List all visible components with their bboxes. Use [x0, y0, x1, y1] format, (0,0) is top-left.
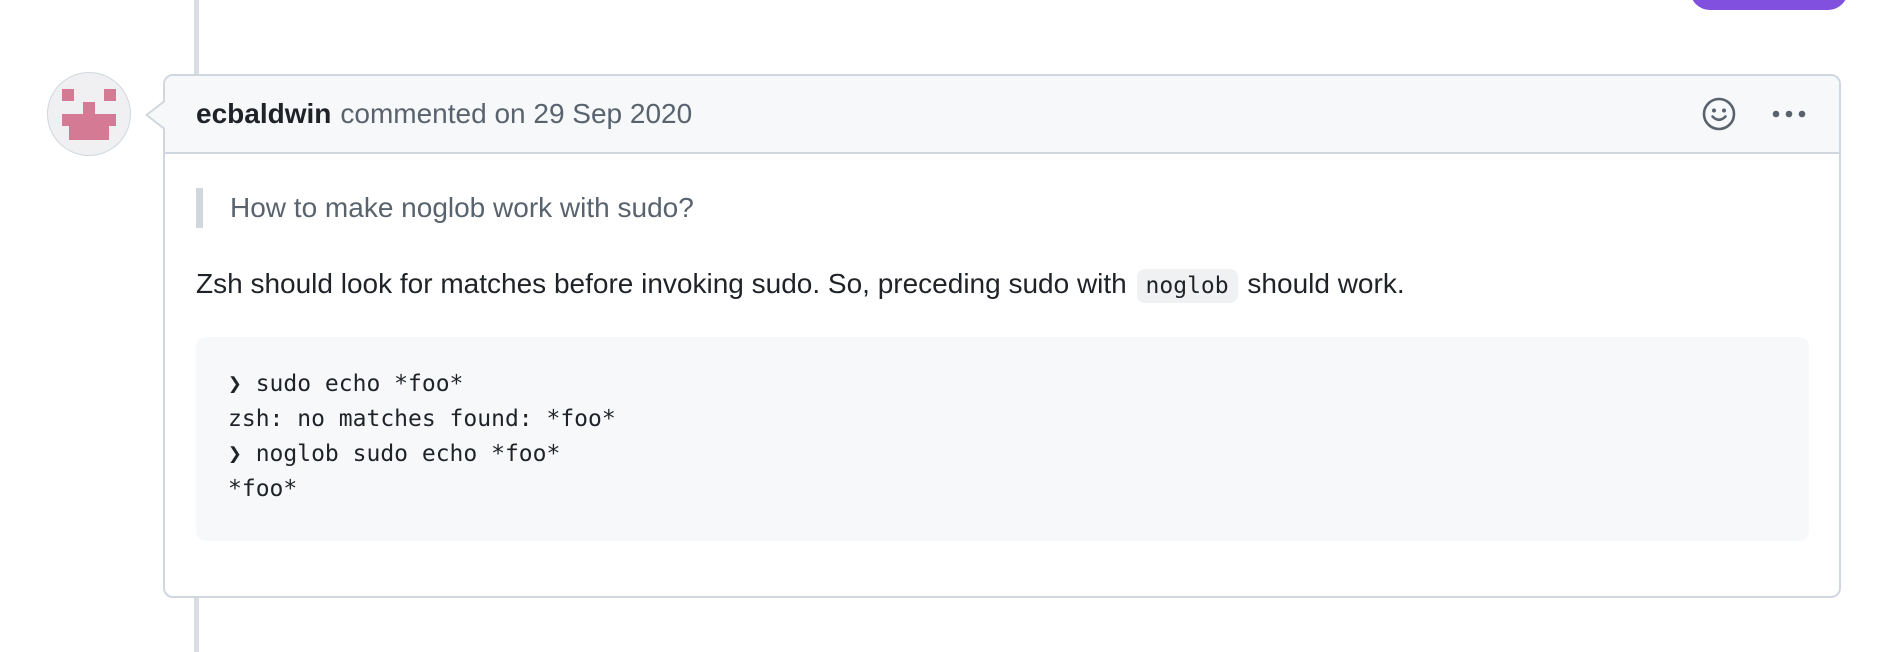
paragraph-text-after: should work. — [1239, 268, 1405, 299]
inline-code: noglob — [1136, 269, 1238, 303]
primary-action-button-partial[interactable] — [1690, 0, 1848, 10]
comment-thread: ecbaldwin commented on 29 Sep 2020 How t… — [0, 0, 1904, 652]
kebab-horizontal-icon — [1772, 110, 1806, 118]
identicon-avatar — [62, 89, 116, 140]
blockquote: How to make noglob work with sudo? — [196, 188, 1809, 228]
avatar[interactable] — [48, 73, 130, 155]
comment-menu-button[interactable] — [1769, 94, 1809, 134]
code-block: ❯ sudo echo *foo* zsh: no matches found: … — [196, 337, 1809, 541]
comment-timestamp[interactable]: commented on 29 Sep 2020 — [340, 98, 692, 130]
add-reaction-button[interactable] — [1699, 94, 1739, 134]
code-line: *foo* — [228, 476, 298, 502]
comment-paragraph: Zsh should look for matches before invok… — [196, 261, 1809, 309]
paragraph-text-before: Zsh should look for matches before invok… — [196, 268, 1135, 299]
code-line: ❯ noglob sudo echo *foo* — [228, 441, 561, 467]
comment-header: ecbaldwin commented on 29 Sep 2020 — [165, 76, 1839, 154]
comment-author[interactable]: ecbaldwin — [196, 98, 331, 130]
header-actions — [1699, 94, 1809, 134]
comment-box: ecbaldwin commented on 29 Sep 2020 How t… — [163, 74, 1841, 598]
comment-caret-fill — [148, 102, 165, 128]
smiley-icon — [1702, 97, 1736, 131]
code-line: zsh: no matches found: *foo* — [228, 406, 616, 432]
comment-body: How to make noglob work with sudo? Zsh s… — [165, 154, 1839, 541]
code-line: ❯ sudo echo *foo* — [228, 371, 464, 397]
